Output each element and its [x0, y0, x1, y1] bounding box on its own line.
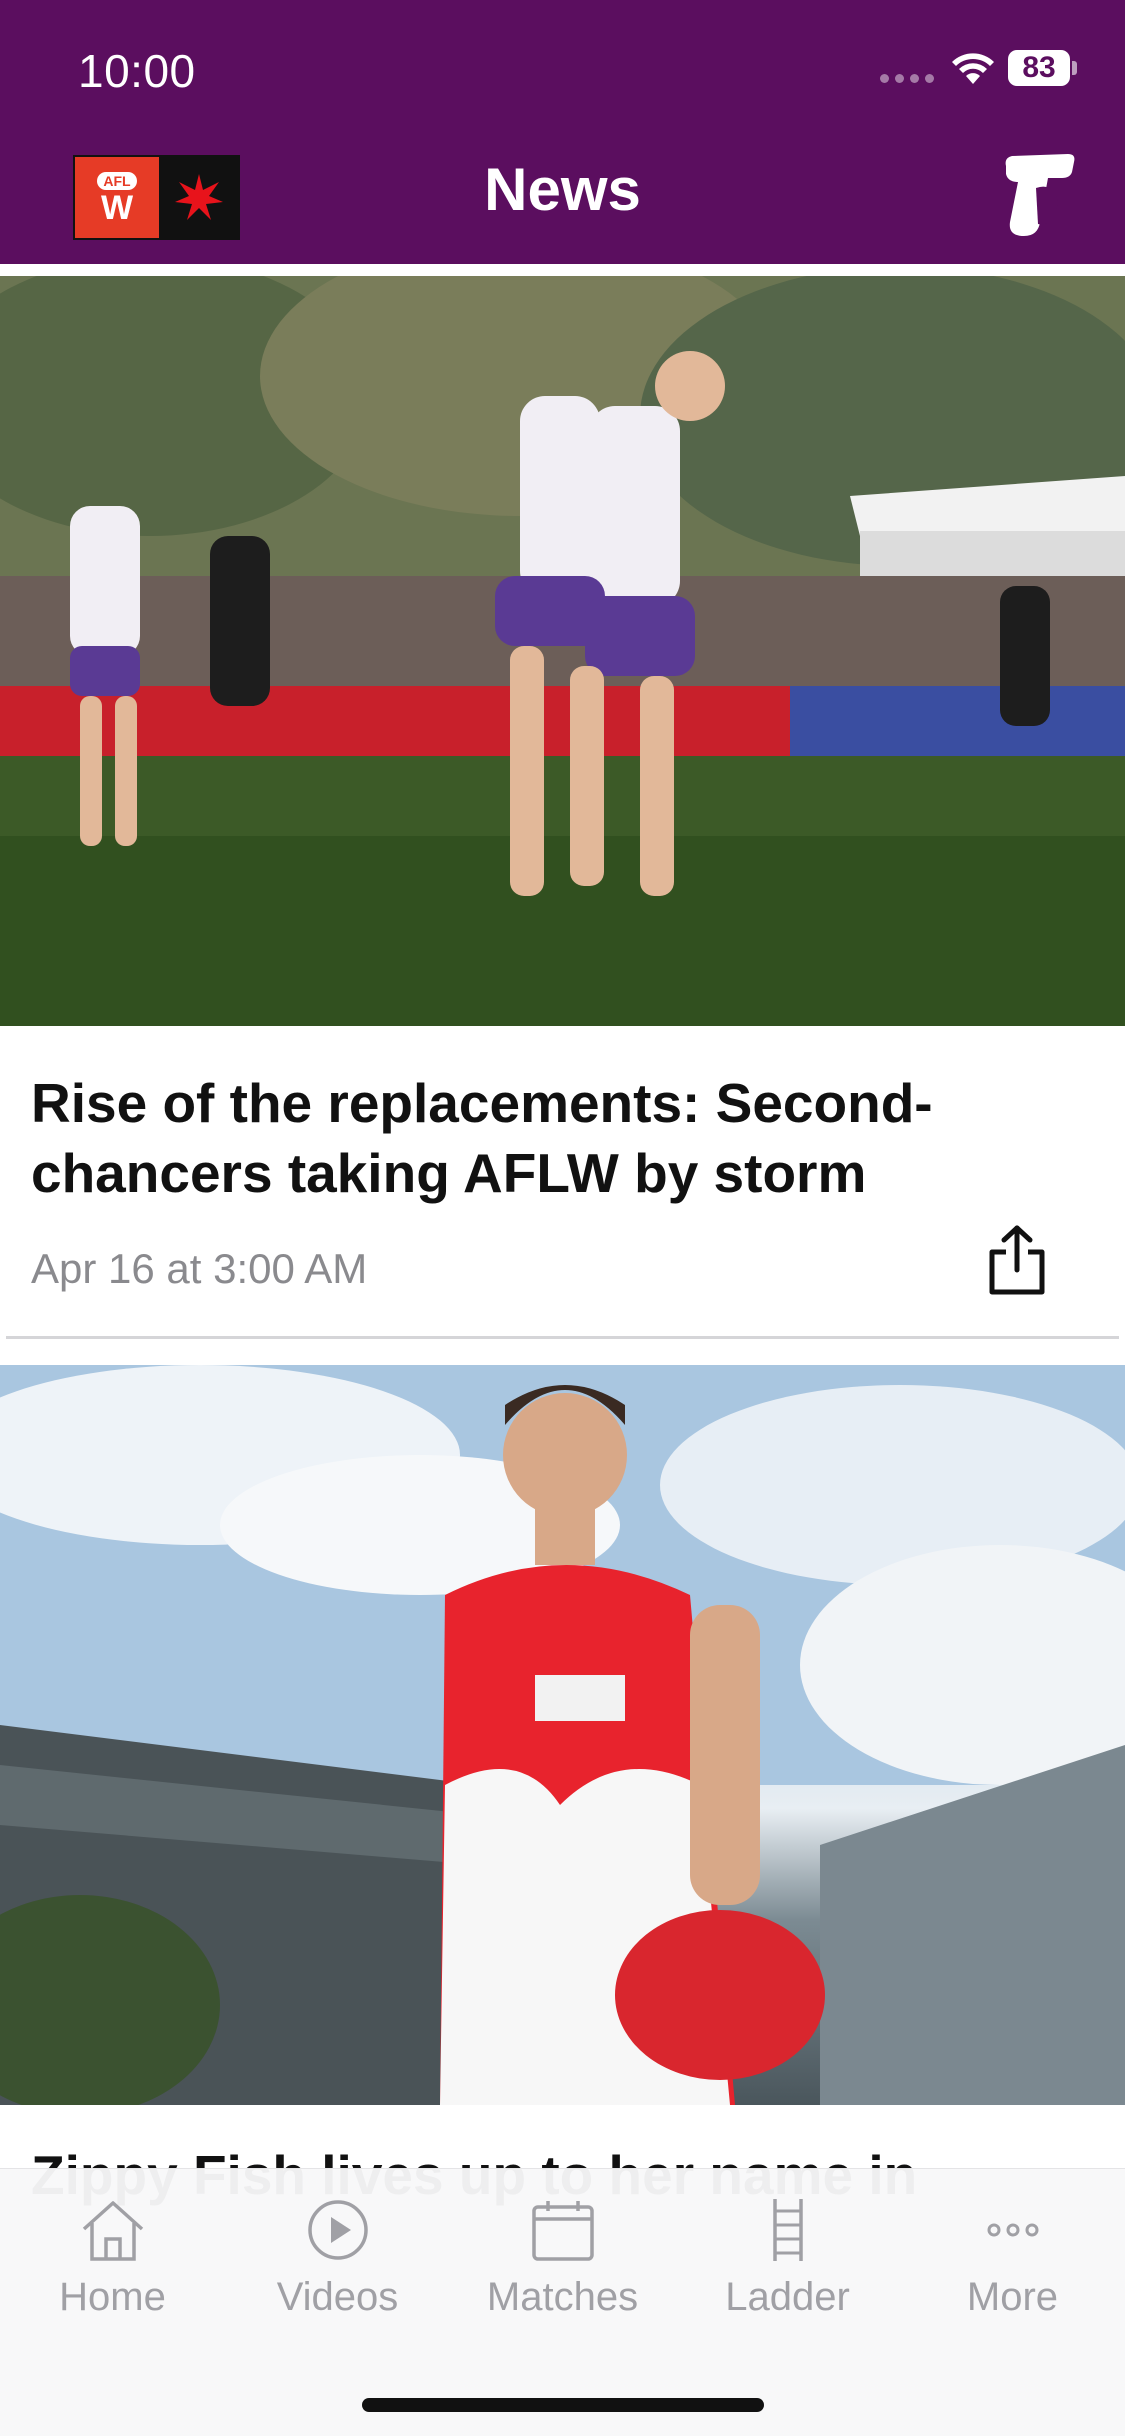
card-divider	[6, 1336, 1119, 1339]
tab-bar: Home Videos Matches Ladder More	[0, 2168, 1125, 2436]
wifi-icon	[952, 53, 994, 84]
battery-icon: 83	[1008, 50, 1070, 86]
article-hero-image[interactable]	[0, 276, 1125, 1026]
more-icon	[987, 2223, 1038, 2237]
tab-home[interactable]: Home	[0, 2197, 225, 2327]
tab-more[interactable]: More	[900, 2197, 1125, 2327]
tab-ladder[interactable]: Ladder	[675, 2197, 900, 2327]
cellular-signal-icon	[880, 74, 934, 83]
article-hero-image[interactable]	[0, 1365, 1125, 2105]
home-indicator[interactable]	[362, 2398, 764, 2412]
tab-videos[interactable]: Videos	[225, 2197, 450, 2327]
article-headline[interactable]: Rise of the replacements: Second-chancer…	[31, 1068, 1091, 1208]
page-title: News	[484, 156, 641, 223]
tab-matches[interactable]: Matches	[450, 2197, 675, 2327]
telstra-logo-icon[interactable]	[1002, 152, 1076, 238]
tab-label: Matches	[486, 2275, 639, 2319]
tab-label: Ladder	[725, 2275, 850, 2319]
battery-nub	[1072, 61, 1077, 75]
home-icon	[82, 2201, 143, 2261]
share-icon[interactable]	[986, 1224, 1048, 1296]
status-time: 10:00	[78, 45, 196, 97]
calendar-icon	[531, 2201, 594, 2261]
tab-label: Home	[59, 2275, 166, 2319]
ladder-icon	[772, 2199, 803, 2261]
article-timestamp: Apr 16 at 3:00 AM	[31, 1245, 368, 1292]
header-bar: 10:00 83 AFL W News	[0, 0, 1125, 264]
play-icon	[307, 2200, 368, 2260]
tab-label: More	[966, 2275, 1059, 2319]
tab-label: Videos	[276, 2275, 399, 2319]
